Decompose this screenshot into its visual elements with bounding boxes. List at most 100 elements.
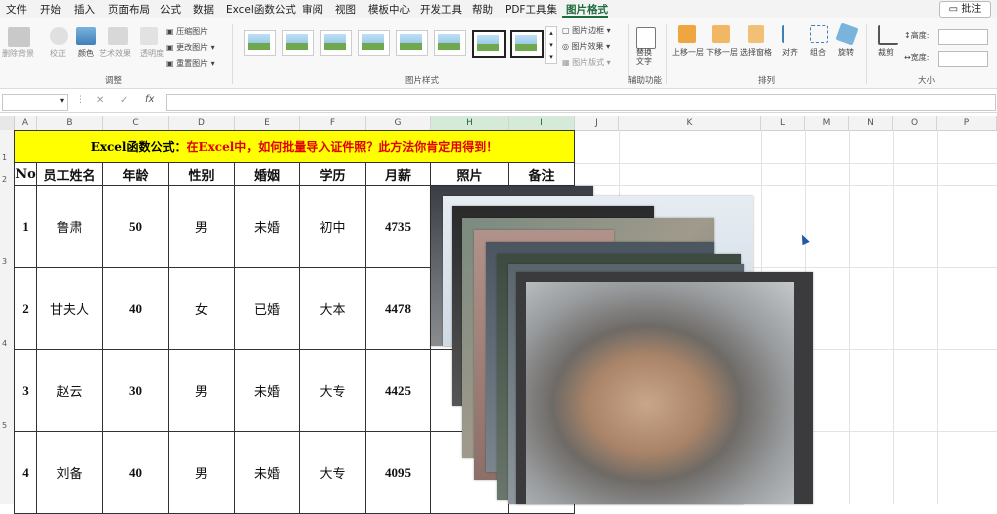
group-icon[interactable] — [810, 25, 828, 43]
menu-formulas[interactable]: 公式 — [160, 2, 181, 17]
column-header-b[interactable]: B — [37, 116, 103, 130]
column-header-o[interactable]: O — [893, 116, 937, 130]
row-header-5[interactable]: 5 — [0, 421, 14, 430]
styles-gallery-scroll[interactable]: ▴ ▾ ▾ — [545, 26, 557, 64]
table-cell-salary[interactable]: 4425 — [366, 350, 431, 432]
table-cell-age[interactable]: 40 — [103, 432, 169, 514]
employee-photo-9[interactable] — [516, 272, 813, 504]
picture-style-1[interactable] — [244, 30, 276, 56]
table-cell-no[interactable]: 4 — [14, 432, 37, 514]
menu-data[interactable]: 数据 — [193, 2, 214, 17]
menu-page-layout[interactable]: 页面布局 — [108, 2, 150, 17]
menu-review[interactable]: 审阅 — [302, 2, 323, 17]
remove-background-icon[interactable] — [8, 27, 30, 47]
table-cell-gender[interactable]: 女 — [169, 268, 235, 350]
row-header-2[interactable]: 2 — [0, 175, 14, 184]
table-cell-marital[interactable]: 未婚 — [235, 186, 300, 268]
column-header-g[interactable]: G — [366, 116, 431, 130]
table-cell-education[interactable]: 大本 — [300, 268, 366, 350]
name-box-dropdown-icon[interactable]: ▾ — [60, 96, 64, 105]
header-no[interactable]: No — [14, 163, 37, 186]
menu-help[interactable]: 帮助 — [472, 2, 493, 17]
column-header-c[interactable]: C — [103, 116, 169, 130]
row-header-3[interactable]: 3 — [0, 257, 14, 266]
table-cell-no[interactable]: 3 — [14, 350, 37, 432]
table-cell-no[interactable]: 2 — [14, 268, 37, 350]
picture-style-4[interactable] — [358, 30, 390, 56]
crop-icon[interactable] — [878, 25, 898, 45]
table-cell-gender[interactable]: 男 — [169, 350, 235, 432]
column-header-i[interactable]: I — [509, 116, 575, 130]
table-cell-name[interactable]: 甘夫人 — [37, 268, 103, 350]
bring-forward-icon[interactable] — [678, 25, 696, 43]
picture-style-2[interactable] — [282, 30, 314, 56]
table-cell-salary[interactable]: 4095 — [366, 432, 431, 514]
picture-style-8[interactable] — [510, 30, 544, 58]
table-cell-education[interactable]: 大专 — [300, 432, 366, 514]
picture-border-button[interactable]: ▢ 图片边框 ▾ — [562, 25, 611, 36]
menu-home[interactable]: 开始 — [40, 2, 61, 17]
table-cell-education[interactable]: 初中 — [300, 186, 366, 268]
table-cell-marital[interactable]: 未婚 — [235, 350, 300, 432]
header-education[interactable]: 学历 — [300, 163, 366, 186]
row-header-1[interactable]: 1 — [0, 153, 14, 162]
column-header-h[interactable]: H — [431, 116, 509, 130]
picture-layout-button[interactable]: ▦ 图片版式 ▾ — [562, 57, 611, 68]
align-icon[interactable] — [782, 25, 800, 43]
header-gender[interactable]: 性别 — [169, 163, 235, 186]
column-header-n[interactable]: N — [849, 116, 893, 130]
reset-picture-button[interactable]: ▣ 重置图片 ▾ — [166, 58, 215, 69]
picture-style-5[interactable] — [396, 30, 428, 56]
menu-picture-format[interactable]: 图片格式 — [566, 2, 608, 17]
column-header-d[interactable]: D — [169, 116, 235, 130]
menu-developer[interactable]: 开发工具 — [420, 2, 462, 17]
select-all-corner[interactable] — [0, 116, 15, 130]
name-box[interactable]: ▾ — [2, 94, 68, 111]
menu-excel-functions[interactable]: Excel函数公式 — [226, 2, 296, 17]
height-input[interactable] — [938, 29, 988, 45]
enter-icon[interactable]: ✓ — [120, 95, 128, 106]
table-cell-gender[interactable]: 男 — [169, 432, 235, 514]
menu-pdf-tools[interactable]: PDF工具集 — [505, 2, 557, 17]
table-cell-name[interactable]: 刘备 — [37, 432, 103, 514]
column-header-f[interactable]: F — [300, 116, 366, 130]
sheet-title-cell[interactable]: Excel函数公式： 在Excel中，如何批量导入证件照？此方法你肯定用得到！ — [14, 130, 575, 163]
picture-style-3[interactable] — [320, 30, 352, 56]
column-header-j[interactable]: J — [575, 116, 619, 130]
column-header-l[interactable]: L — [761, 116, 805, 130]
table-cell-education[interactable]: 大专 — [300, 350, 366, 432]
table-cell-no[interactable]: 1 — [14, 186, 37, 268]
column-header-e[interactable]: E — [235, 116, 300, 130]
table-cell-marital[interactable]: 已婚 — [235, 268, 300, 350]
header-photo[interactable]: 照片 — [431, 163, 509, 186]
alt-text-icon[interactable] — [636, 27, 656, 49]
table-cell-salary[interactable]: 4478 — [366, 268, 431, 350]
row-header-4[interactable]: 4 — [0, 339, 14, 348]
table-cell-name[interactable]: 鲁肃 — [37, 186, 103, 268]
table-cell-salary[interactable]: 4735 — [366, 186, 431, 268]
selection-pane-icon[interactable] — [748, 25, 764, 43]
menu-insert[interactable]: 插入 — [74, 2, 95, 17]
color-icon[interactable] — [76, 27, 96, 45]
column-header-m[interactable]: M — [805, 116, 849, 130]
compress-pictures-button[interactable]: ▣ 压缩图片 — [166, 26, 208, 37]
picture-style-6[interactable] — [434, 30, 466, 56]
header-age[interactable]: 年龄 — [103, 163, 169, 186]
header-name[interactable]: 员工姓名 — [37, 163, 103, 186]
table-cell-age[interactable]: 40 — [103, 268, 169, 350]
menu-template-center[interactable]: 模板中心 — [368, 2, 410, 17]
formula-input[interactable] — [166, 94, 996, 111]
picture-style-7[interactable] — [472, 30, 506, 58]
table-cell-age[interactable]: 30 — [103, 350, 169, 432]
column-header-p[interactable]: P — [937, 116, 997, 130]
cancel-icon[interactable]: ✕ — [96, 95, 104, 106]
artistic-effects-icon[interactable] — [108, 27, 128, 45]
table-cell-marital[interactable]: 未婚 — [235, 432, 300, 514]
send-backward-icon[interactable] — [712, 25, 730, 43]
table-cell-name[interactable]: 赵云 — [37, 350, 103, 432]
picture-effects-button[interactable]: ◎ 图片效果 ▾ — [562, 41, 610, 52]
table-cell-age[interactable]: 50 — [103, 186, 169, 268]
width-input[interactable] — [938, 51, 988, 67]
column-header-a[interactable]: A — [14, 116, 37, 130]
header-remarks[interactable]: 备注 — [509, 163, 575, 186]
